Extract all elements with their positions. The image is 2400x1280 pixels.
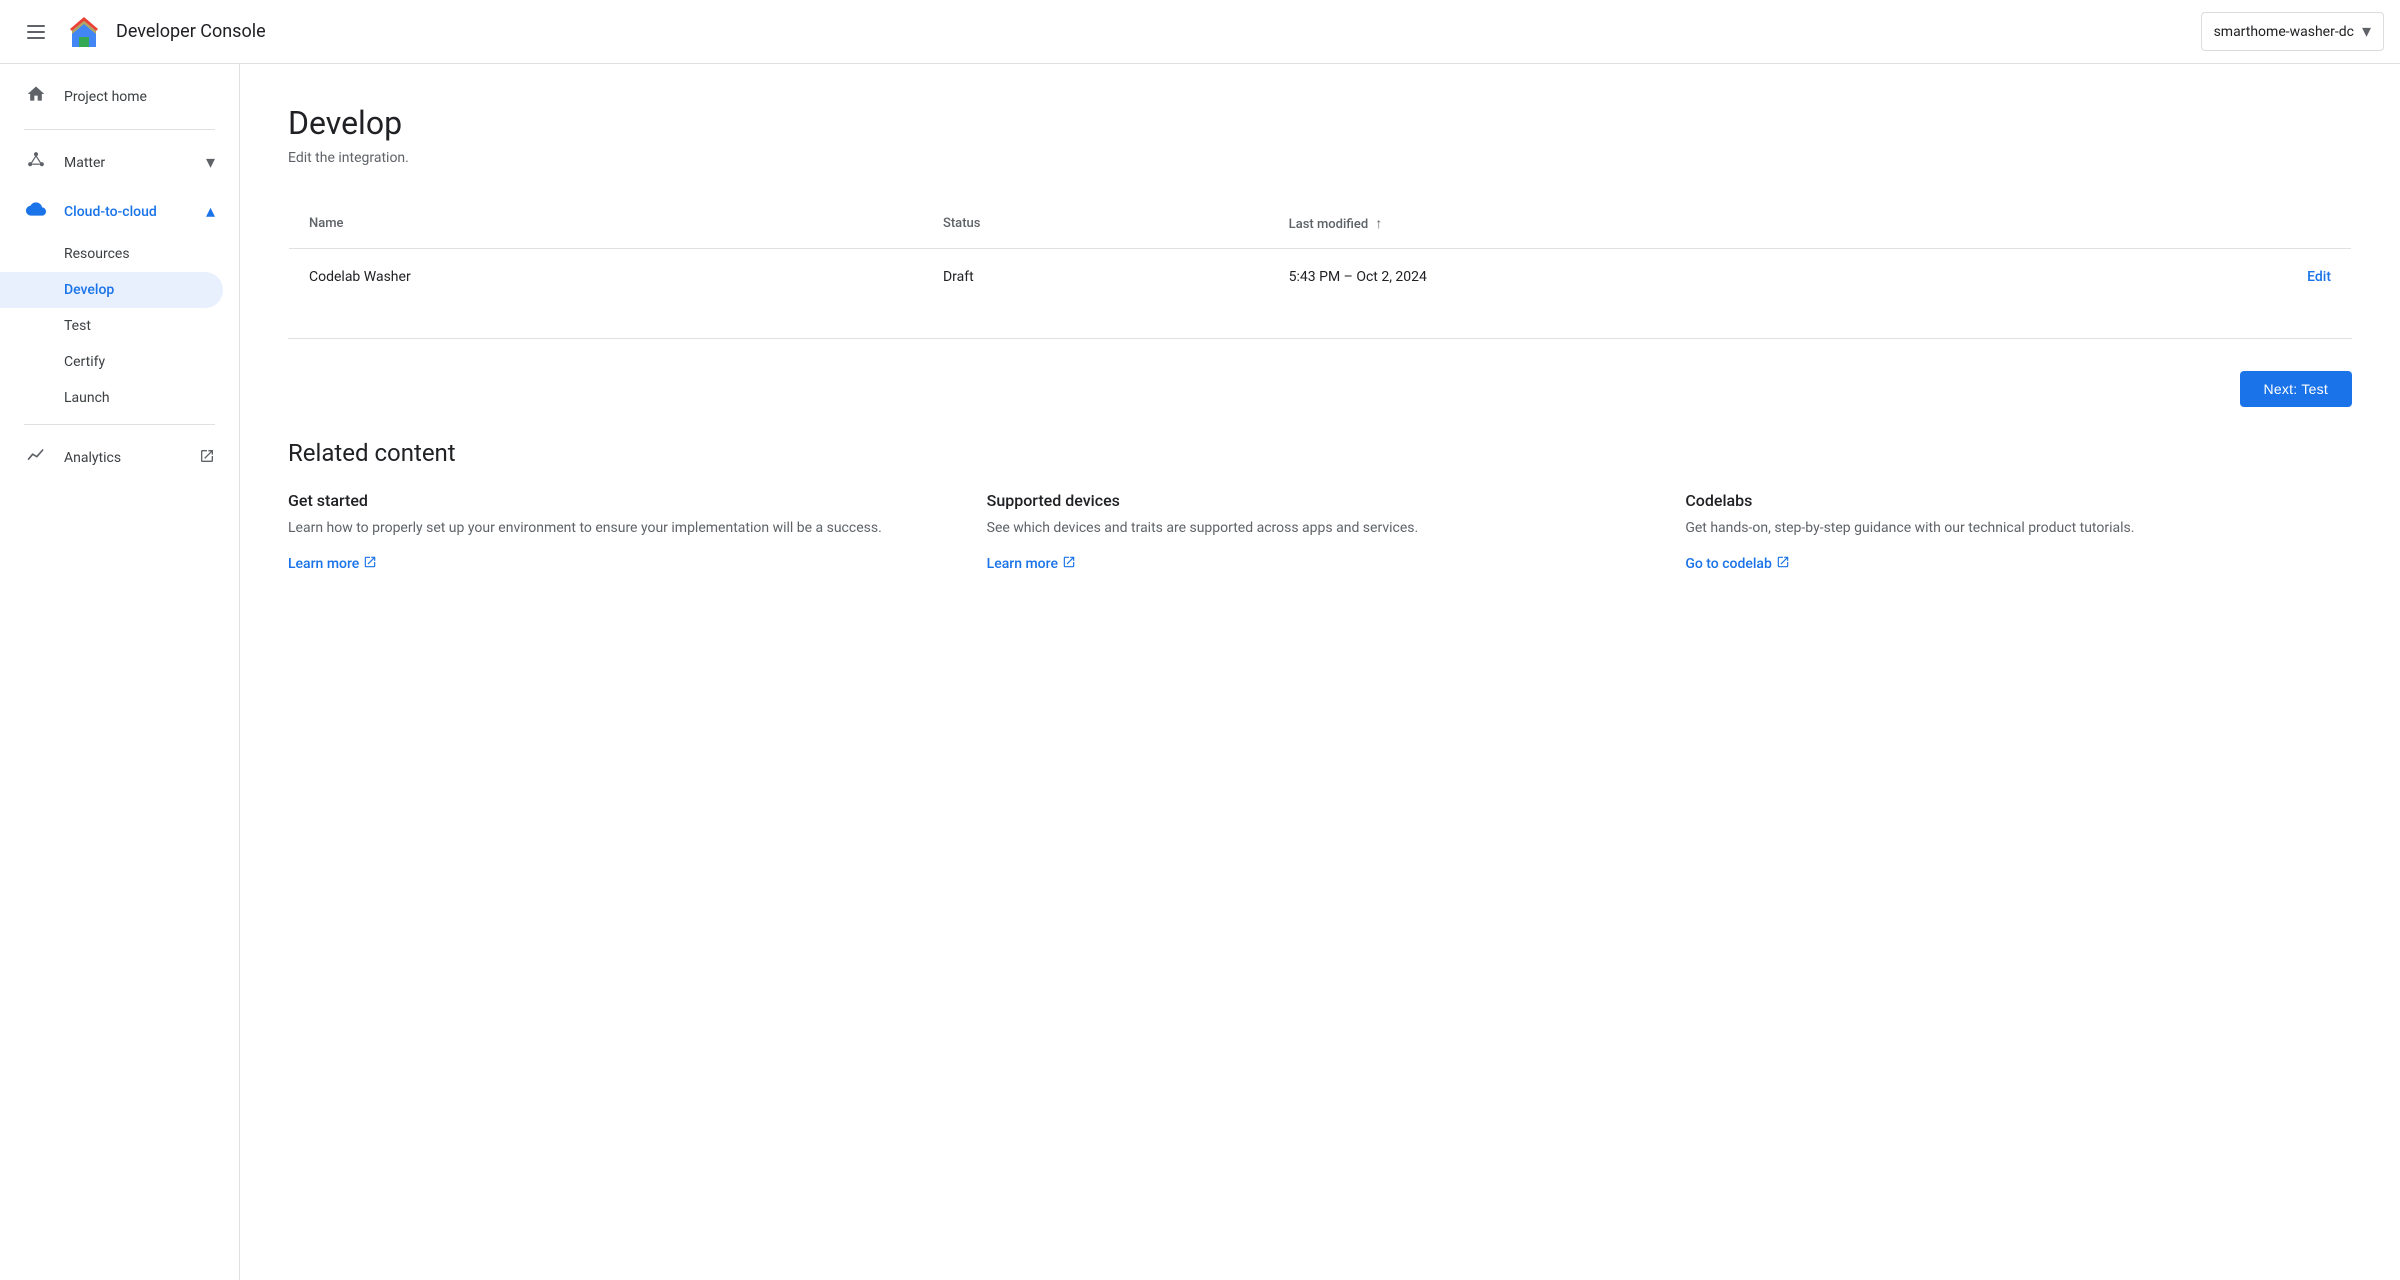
external-link-icon-1 bbox=[363, 555, 377, 573]
sidebar-divider-1 bbox=[24, 129, 215, 130]
card-supported-devices-title: Supported devices bbox=[987, 491, 1654, 510]
col-header-status: Status bbox=[923, 199, 1269, 249]
sidebar-resources-label: Resources bbox=[64, 246, 130, 262]
sidebar-divider-2 bbox=[24, 424, 215, 425]
card-codelabs-title: Codelabs bbox=[1685, 491, 2352, 510]
card-supported-devices-desc: See which devices and traits are support… bbox=[987, 518, 1654, 539]
sidebar-launch-label: Launch bbox=[64, 390, 110, 406]
card-codelabs-desc: Get hands-on, step-by-step guidance with… bbox=[1685, 518, 2352, 539]
card-get-started-title: Get started bbox=[288, 491, 955, 510]
project-name: smarthome-washer-dc bbox=[2214, 24, 2354, 40]
related-card-supported-devices: Supported devices See which devices and … bbox=[987, 491, 1654, 573]
sidebar-analytics-label: Analytics bbox=[64, 450, 183, 466]
sidebar-sub-item-test[interactable]: Test bbox=[0, 308, 239, 344]
sidebar-project-home-label: Project home bbox=[64, 89, 215, 105]
cell-last-modified: 5:43 PM – Oct 2, 2024 bbox=[1269, 249, 2064, 306]
cell-name: Codelab Washer bbox=[289, 249, 923, 306]
cell-status: Draft bbox=[923, 249, 1269, 306]
sidebar-matter-label: Matter bbox=[64, 155, 190, 171]
analytics-external-icon bbox=[199, 448, 215, 468]
related-content-title: Related content bbox=[288, 439, 2352, 467]
page-title: Develop bbox=[288, 104, 2352, 142]
col-header-last-modified: Last modified ↑ bbox=[1269, 199, 2064, 249]
sidebar-item-cloud-to-cloud[interactable]: Cloud-to-cloud ▴ bbox=[0, 187, 239, 236]
related-card-codelabs: Codelabs Get hands-on, step-by-step guid… bbox=[1685, 491, 2352, 573]
related-content-grid: Get started Learn how to properly set up… bbox=[288, 491, 2352, 573]
home-icon bbox=[24, 84, 48, 109]
cloud-icon bbox=[24, 199, 48, 224]
external-link-icon-2 bbox=[1062, 555, 1076, 573]
external-link-icon-3 bbox=[1776, 555, 1790, 573]
card-get-started-link-label: Learn more bbox=[288, 556, 359, 572]
analytics-icon bbox=[24, 445, 48, 470]
menu-icon[interactable] bbox=[16, 12, 56, 52]
sidebar-certify-label: Certify bbox=[64, 354, 105, 370]
sidebar-sub-item-certify[interactable]: Certify bbox=[0, 344, 239, 380]
sidebar-test-label: Test bbox=[64, 318, 91, 334]
main-content: Develop Edit the integration. Name Statu… bbox=[240, 64, 2400, 1280]
matter-chevron-icon: ▾ bbox=[206, 152, 215, 173]
sidebar-sub-item-launch[interactable]: Launch bbox=[0, 380, 239, 416]
project-selector[interactable]: smarthome-washer-dc ▾ bbox=[2201, 12, 2384, 51]
sidebar: Project home Matter ▾ bbox=[0, 64, 240, 1280]
card-codelabs-link[interactable]: Go to codelab bbox=[1685, 555, 1790, 573]
next-test-button[interactable]: Next: Test bbox=[2240, 371, 2353, 407]
sidebar-sub-item-develop[interactable]: Develop bbox=[0, 272, 223, 308]
card-supported-devices-link-label: Learn more bbox=[987, 556, 1058, 572]
sidebar-item-matter[interactable]: Matter ▾ bbox=[0, 138, 239, 187]
header: Developer Console smarthome-washer-dc ▾ bbox=[0, 0, 2400, 64]
edit-link[interactable]: Edit bbox=[2307, 269, 2331, 285]
col-header-actions bbox=[2064, 199, 2351, 249]
sidebar-item-project-home[interactable]: Project home bbox=[0, 72, 239, 121]
page-subtitle: Edit the integration. bbox=[288, 150, 2352, 166]
related-card-get-started: Get started Learn how to properly set up… bbox=[288, 491, 955, 573]
sidebar-item-analytics[interactable]: Analytics bbox=[0, 433, 239, 482]
matter-icon bbox=[24, 150, 48, 175]
sidebar-cloud-label: Cloud-to-cloud bbox=[64, 204, 190, 220]
app-layout: Project home Matter ▾ bbox=[0, 64, 2400, 1280]
related-content-section: Related content Get started Learn how to… bbox=[288, 439, 2352, 573]
project-dropdown-arrow: ▾ bbox=[2362, 21, 2371, 42]
card-supported-devices-link[interactable]: Learn more bbox=[987, 555, 1076, 573]
col-header-last-modified-text: Last modified bbox=[1289, 217, 1369, 232]
card-get-started-desc: Learn how to properly set up your enviro… bbox=[288, 518, 955, 539]
section-divider bbox=[288, 338, 2352, 339]
col-header-name: Name bbox=[289, 199, 923, 249]
sort-icon[interactable]: ↑ bbox=[1375, 216, 1382, 232]
integrations-table: Name Status Last modified ↑ Codelab Wash… bbox=[288, 198, 2352, 306]
card-get-started-link[interactable]: Learn more bbox=[288, 555, 377, 573]
sidebar-sub-item-resources[interactable]: Resources bbox=[0, 236, 239, 272]
action-row: Next: Test bbox=[288, 371, 2352, 407]
cell-actions: Edit bbox=[2064, 249, 2351, 306]
sidebar-develop-label: Develop bbox=[64, 282, 114, 298]
app-title: Developer Console bbox=[116, 21, 266, 42]
app-logo: Developer Console bbox=[64, 12, 266, 52]
card-codelabs-link-label: Go to codelab bbox=[1685, 556, 1772, 572]
table-row: Codelab Washer Draft 5:43 PM – Oct 2, 20… bbox=[289, 249, 2352, 306]
cloud-chevron-icon: ▴ bbox=[206, 201, 215, 222]
